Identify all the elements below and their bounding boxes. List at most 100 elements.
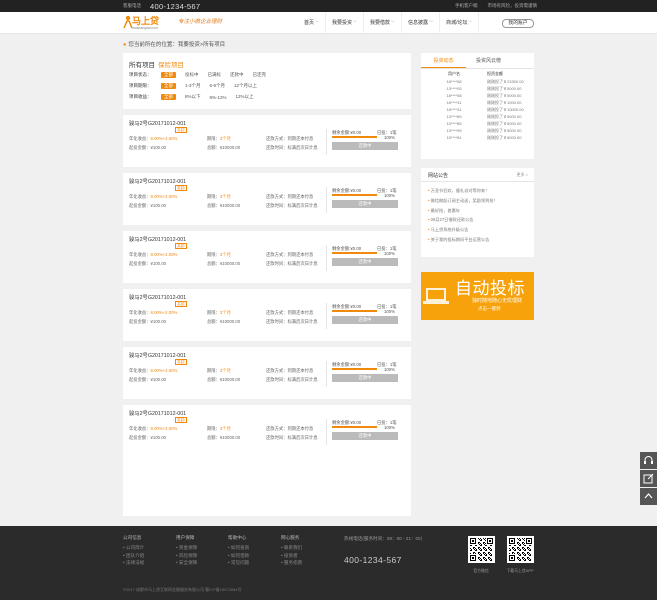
repaying-button[interactable]: 还款中 <box>332 200 398 208</box>
auto-invest-banner[interactable]: 自动投标 独时随地随心无忧理财 点击一键到 <box>421 272 534 320</box>
hotline-number: 400-1234-567 <box>150 1 201 11</box>
notice-item[interactable]: 马上贷系统升级公告 <box>428 225 534 235</box>
progress-percent: 100% <box>384 425 395 430</box>
activity-user: 13****05 <box>446 86 462 91</box>
loan-min-amount: 起投金额：¥100.00 <box>129 435 167 440</box>
customer-service-button[interactable] <box>640 452 657 469</box>
loan-rate: 年化收益：8.00%+2.00% <box>129 426 178 431</box>
footer-link[interactable]: 法律法规 <box>123 559 144 567</box>
loan-term: 期限：3个月 <box>207 252 231 257</box>
footer-link[interactable]: 资金保障 <box>176 544 197 552</box>
chevron-down-icon: ﹀ <box>429 20 434 25</box>
footer-link[interactable]: 公司简介 <box>123 544 144 552</box>
divider <box>326 303 327 329</box>
loan-total: 总额：¥10000.00 <box>207 261 241 266</box>
filter-option[interactable]: 全部 <box>161 83 176 89</box>
loan-total: 总额：¥10000.00 <box>207 145 241 150</box>
progress-percent: 100% <box>384 135 395 140</box>
nav-borrow[interactable]: 我要借款﹀ <box>364 12 403 34</box>
notice-item[interactable]: 09月27日借款还款公告 <box>428 215 534 225</box>
footer-link[interactable]: 如何借款 <box>228 552 249 560</box>
loan-title[interactable]: 骏马2号G20171012-001 <box>129 351 186 359</box>
repaying-button[interactable]: 还款中 <box>332 142 398 150</box>
footer-link[interactable]: 如何投资 <box>228 544 249 552</box>
footer-link[interactable]: 风险保障 <box>176 552 197 560</box>
footer-link[interactable]: 安全保障 <box>176 559 197 567</box>
loan-card[interactable]: 骏马2号G20171012-001 奖励 年化收益：8.00%+2.00% 期限：3个… <box>123 115 411 167</box>
filter-option[interactable]: 已还完 <box>253 72 267 78</box>
footer-link[interactable]: 常见问题 <box>228 559 249 567</box>
filter-option[interactable]: 还款中 <box>230 72 244 78</box>
filter-option[interactable]: 1-3个月 <box>185 83 201 89</box>
filter-option[interactable]: 8%-12% <box>210 95 227 100</box>
nav-mall-forum[interactable]: 商城/论坛﹀ <box>440 12 480 34</box>
loan-repay-method: 还款方式：到期还本付息 <box>266 426 314 431</box>
risk-notice-link[interactable]: 市场有风险，投资需谨慎 <box>488 3 538 9</box>
footer-col-company: 公司信息 公司简介 团队介绍 法律法规 <box>123 535 144 567</box>
feedback-button[interactable] <box>640 470 657 487</box>
nav-disclosure[interactable]: 信息披露﹀ <box>402 12 441 34</box>
nav-home[interactable]: 首页﹀ <box>298 12 327 34</box>
loan-title[interactable]: 骏马2号G20171012-001 <box>129 119 186 127</box>
notice-item[interactable]: 万圣节狂欢，骚礼派对等你来！ <box>428 186 534 196</box>
activity-user: 13****89 <box>446 114 462 119</box>
mobile-app-link[interactable]: 手机客户端 <box>455 3 478 9</box>
loan-title[interactable]: 骏马2号G20171012-001 <box>129 293 186 301</box>
filter-option[interactable]: 全部 <box>161 72 176 78</box>
loan-card[interactable]: 骏马2号G20171012-001 奖励 年化收益：8.00%+2.00% 期限：3个… <box>123 173 411 225</box>
my-account-button[interactable]: 我的账户 <box>502 19 534 28</box>
tab-insurance-projects[interactable]: 保险项目 <box>158 62 184 69</box>
notice-item[interactable]: 关于我的投标期间平台运营公告 <box>428 235 534 245</box>
activity-user: 18****58 <box>446 93 462 98</box>
loan-card[interactable]: 骏马2号G20171012-001 奖励 年化收益：8.00%+2.00% 期限：3个… <box>123 347 411 399</box>
promo-cta[interactable]: 点击一键到 <box>478 306 501 312</box>
tab-invest-activity[interactable]: 投资动态 <box>421 53 466 68</box>
loan-repay-time: 还款时间：标满后次日计息 <box>266 319 318 324</box>
repaying-button[interactable]: 还款中 <box>332 432 398 440</box>
loan-repay-time: 还款时间：标满后次日计息 <box>266 435 318 440</box>
top-bar: 客服电话 400-1234-567 手机客户端 市场有风险，投资需谨慎 <box>0 0 657 12</box>
loan-card[interactable]: 骏马2号G20171012-001 奖励 年化收益：8.00%+2.00% 期限：3个… <box>123 231 411 283</box>
loan-repay-time: 还款时间：标满后次日计息 <box>266 261 318 266</box>
repaying-button[interactable]: 还款中 <box>332 374 398 382</box>
footer-link[interactable]: 投资者 <box>281 552 302 560</box>
promo-subtitle: 独时随地随心无忧理财 <box>472 298 523 304</box>
activity-amount: 刚刚投了￥5000.00 <box>487 128 522 133</box>
filter-option[interactable]: 投标中 <box>185 72 199 78</box>
progress-percent: 100% <box>384 251 395 256</box>
activity-amount: 刚刚投了￥23300.00 <box>487 79 524 84</box>
headset-icon <box>644 456 653 464</box>
repaying-button[interactable]: 还款中 <box>332 258 398 266</box>
loan-title[interactable]: 骏马2号G20171012-001 <box>129 235 186 243</box>
loan-rate: 年化收益：8.00%+2.00% <box>129 368 178 373</box>
filter-yield: 项目收益： 全部 8%以下 8%-12% 12%以上 <box>129 94 254 100</box>
back-to-top-button[interactable] <box>640 488 657 505</box>
filter-option[interactable]: 全部 <box>161 94 176 100</box>
location-pin-icon: ● <box>123 42 127 48</box>
filter-option[interactable]: 12个月以上 <box>234 83 257 89</box>
filter-term: 项目期限： 全部 1-3个月 6-9个月 12个月以上 <box>129 83 258 89</box>
logo[interactable]: 马上贷 mashangdai.com 专注小微企业理财 <box>123 13 253 33</box>
filter-title: 所有项目 保险项目 <box>129 62 184 69</box>
loan-card[interactable]: 骏马2号G20171012-001 奖励 年化收益：8.00%+2.00% 期限：3个… <box>123 289 411 341</box>
activity-user: 15****81 <box>446 135 462 140</box>
footer-link[interactable]: 服务指南 <box>281 559 302 567</box>
footer-link[interactable]: 联系我们 <box>281 544 302 552</box>
filter-option[interactable]: 已满标 <box>208 72 222 78</box>
nav-invest[interactable]: 我要投资﹀ <box>326 12 365 34</box>
filter-option[interactable]: 6-9个月 <box>210 83 226 89</box>
notice-item[interactable]: 微信做起订阅主动送，奖励领到抢！ <box>428 196 534 206</box>
loan-title[interactable]: 骏马2号G20171012-001 <box>129 177 186 185</box>
notices-more-link[interactable]: 更多 > <box>517 172 528 178</box>
filter-option[interactable]: 12%以上 <box>236 94 254 100</box>
loan-card[interactable]: 骏马2号G20171012-001 奖励 年化收益：8.00%+2.00% 期限：3个… <box>123 405 411 457</box>
activity-row: 18****58 刚刚投了￥5000.00 <box>421 92 534 99</box>
repaying-button[interactable]: 还款中 <box>332 316 398 324</box>
tab-invest-ranking[interactable]: 投资风云榜 <box>466 53 511 68</box>
notice-item[interactable]: 最好抢，普惠年 <box>428 206 534 216</box>
breadcrumb-invest[interactable]: 我要投资 <box>178 42 200 48</box>
loan-title[interactable]: 骏马2号G20171012-001 <box>129 409 186 417</box>
filter-option[interactable]: 8%以下 <box>185 94 201 100</box>
footer-link[interactable]: 团队介绍 <box>123 552 144 560</box>
loan-repay-method: 还款方式：到期还本付息 <box>266 194 314 199</box>
